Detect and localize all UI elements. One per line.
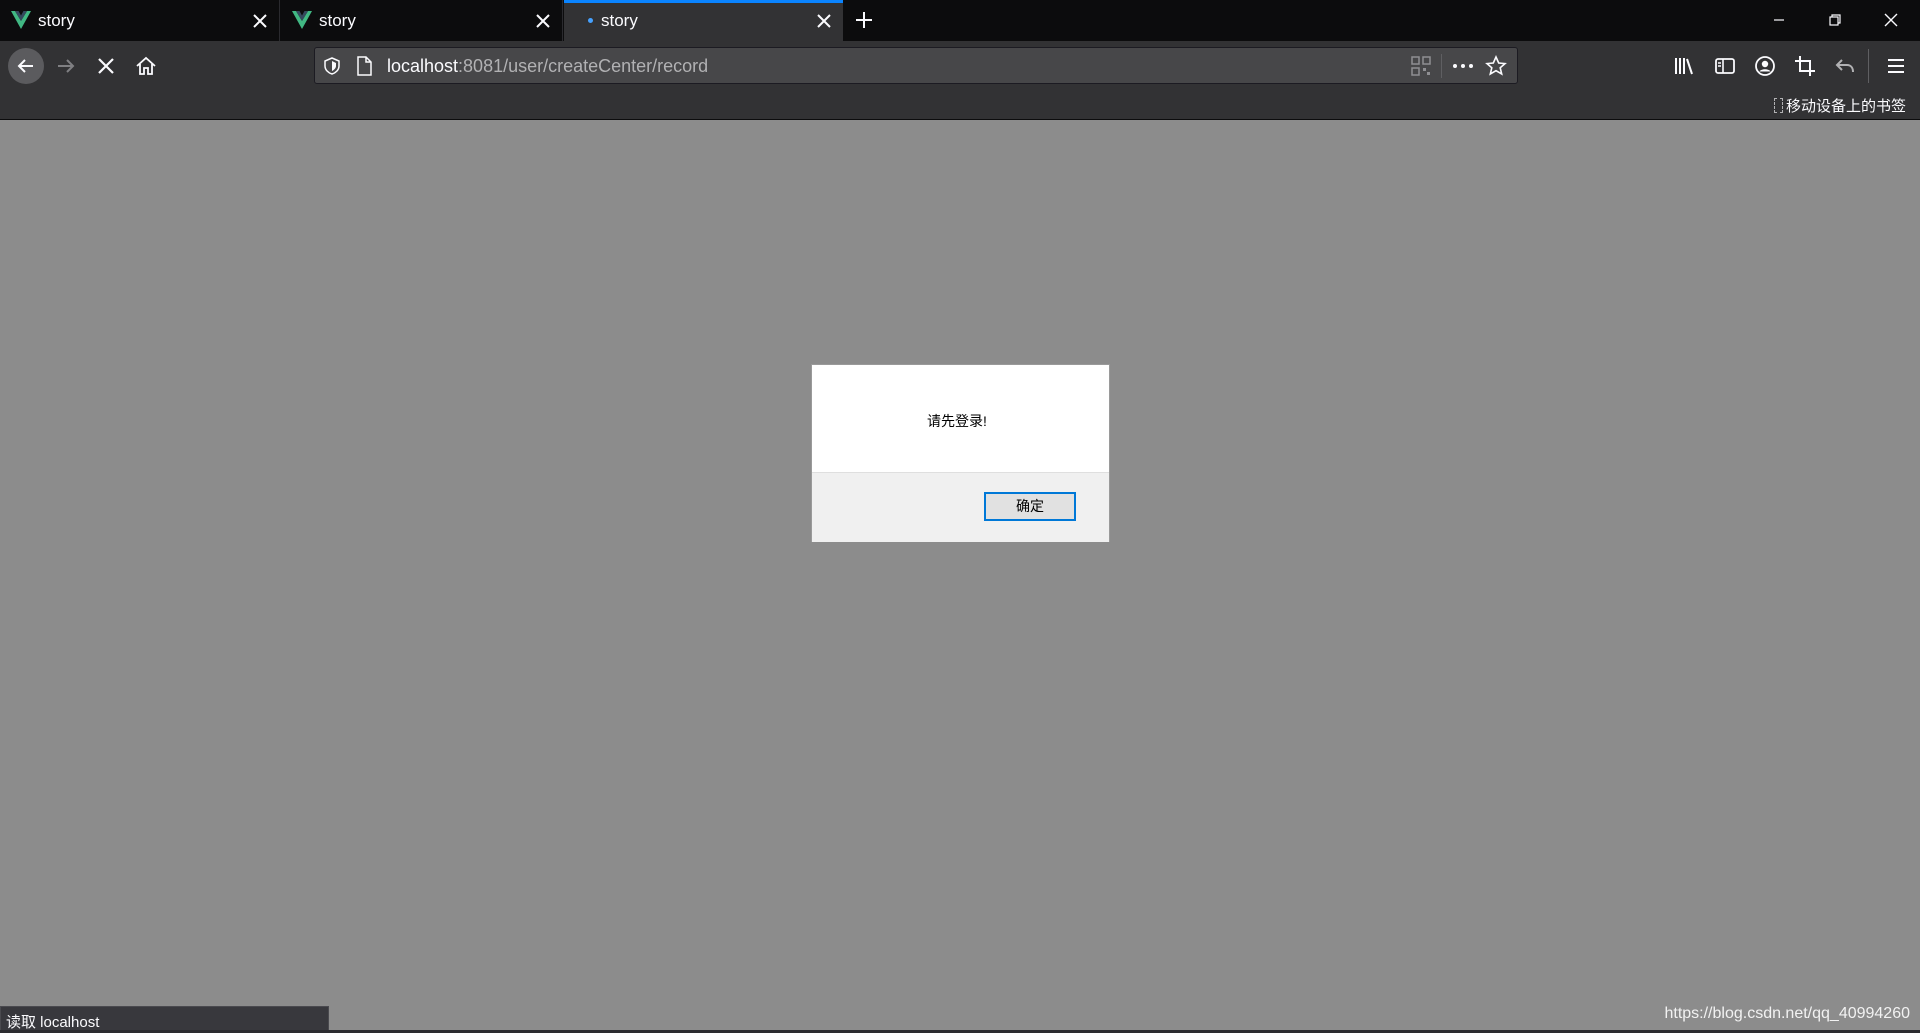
loading-dot-icon — [588, 18, 593, 23]
home-button[interactable] — [130, 50, 162, 82]
stop-x-icon — [98, 58, 114, 74]
vue-logo-icon — [292, 11, 312, 29]
forward-button[interactable] — [50, 50, 82, 82]
close-tab-icon[interactable] — [534, 12, 552, 30]
minimize-icon[interactable] — [1766, 8, 1792, 32]
hamburger-menu-icon[interactable] — [1884, 54, 1908, 78]
alert-footer: 确定 — [812, 472, 1109, 542]
address-bar[interactable]: localhost:8081/user/createCenter/record — [314, 47, 1518, 84]
close-tab-icon[interactable] — [815, 12, 833, 30]
close-tab-icon[interactable] — [251, 12, 269, 30]
tab-title: story — [601, 11, 638, 30]
qr-code-icon[interactable] — [1411, 56, 1431, 76]
nav-toolbar: localhost:8081/user/createCenter/record — [0, 41, 1920, 91]
status-panel: 读取 localhost — [0, 1006, 329, 1033]
tracking-shield-icon[interactable] — [323, 57, 341, 75]
screenshot-crop-icon[interactable] — [1793, 54, 1817, 78]
vue-logo-icon — [11, 11, 31, 29]
page-info-icon[interactable] — [355, 56, 373, 76]
bookmarks-toolbar: 移动设备上的书签 — [0, 91, 1920, 120]
account-icon[interactable] — [1753, 54, 1777, 78]
url-text[interactable]: localhost:8081/user/createCenter/record — [387, 56, 708, 77]
bookmark-star-icon[interactable] — [1485, 55, 1507, 77]
home-icon — [136, 56, 156, 75]
close-window-icon[interactable] — [1878, 8, 1904, 32]
library-icon[interactable] — [1673, 54, 1697, 78]
urlbar-divider — [1441, 54, 1442, 78]
forward-arrow-icon — [58, 59, 75, 73]
toolbar-divider — [1868, 49, 1869, 83]
back-button[interactable] — [8, 48, 44, 84]
tab-title: story — [38, 11, 75, 30]
sidebar-icon[interactable] — [1713, 54, 1737, 78]
active-tab-indicator — [564, 0, 843, 3]
mobile-device-icon — [1773, 98, 1783, 113]
new-tab-plus-icon[interactable] — [852, 8, 876, 32]
undo-arrow-icon[interactable] — [1833, 54, 1857, 78]
watermark: https://blog.csdn.net/qq_40994260 — [1664, 1005, 1910, 1022]
back-arrow-icon — [17, 59, 33, 73]
alert-dialog: 请先登录! 确定 — [811, 364, 1110, 542]
tab-1[interactable]: story — [0, 0, 280, 41]
mobile-bookmarks-label: 移动设备上的书签 — [1785, 98, 1906, 115]
page-actions-more-icon[interactable] — [1451, 56, 1475, 76]
tab-title: story — [319, 11, 356, 30]
alert-message: 请先登录! — [927, 413, 987, 429]
tab-strip: story story story — [0, 0, 1920, 41]
url-path: :8081/user/createCenter/record — [458, 56, 709, 76]
ok-button[interactable]: 确定 — [984, 492, 1076, 521]
tab-2[interactable]: story — [281, 0, 563, 41]
url-host: localhost — [387, 56, 459, 76]
restore-icon[interactable] — [1822, 8, 1848, 32]
tab-3-active[interactable]: story — [564, 0, 843, 41]
mobile-bookmarks-folder[interactable]: 移动设备上的书签 — [1773, 95, 1906, 116]
stop-button[interactable] — [90, 50, 122, 82]
